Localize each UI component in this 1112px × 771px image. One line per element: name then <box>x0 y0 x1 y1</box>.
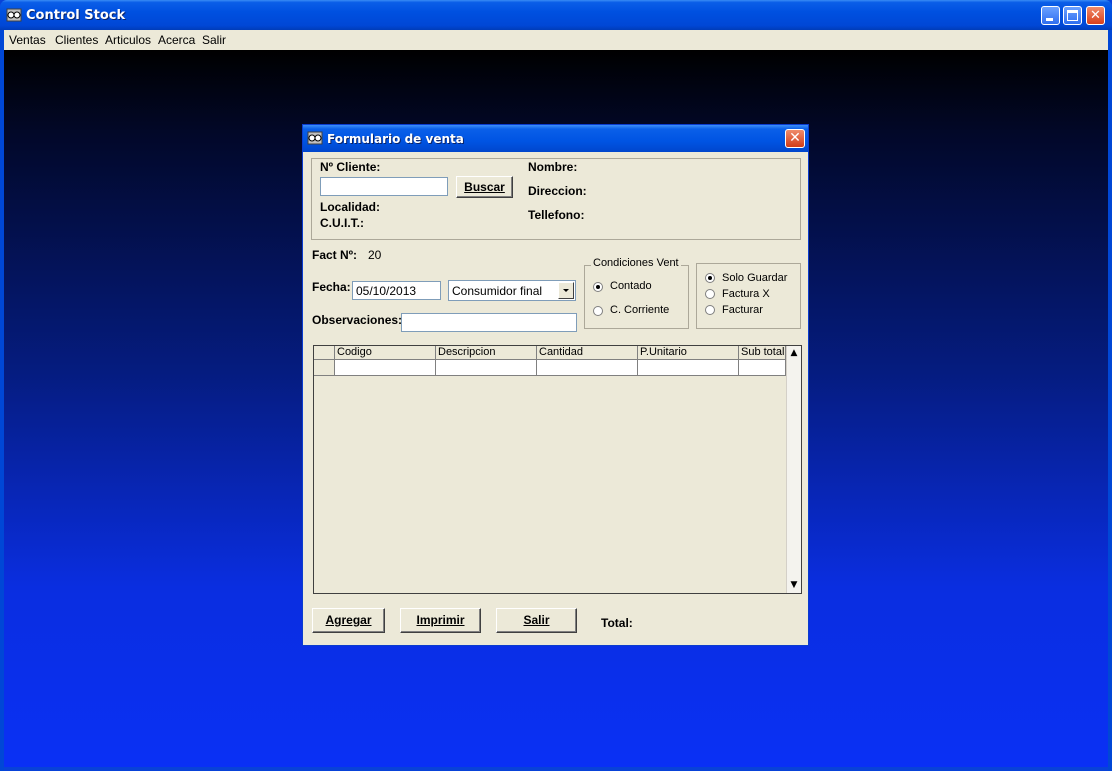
factura-x-label[interactable]: Factura X <box>722 288 770 300</box>
facturar-label[interactable]: Facturar <box>722 304 763 316</box>
direccion-label: Direccion: <box>528 184 587 198</box>
contado-radio[interactable] <box>593 282 603 292</box>
grid-scrollbar[interactable]: ▲ ▼ <box>786 346 801 593</box>
maximize-icon <box>1067 10 1078 21</box>
cell-codigo[interactable] <box>335 360 436 376</box>
imprimir-button[interactable]: Imprimir <box>400 608 481 633</box>
observaciones-label: Observaciones: <box>312 313 403 327</box>
main-titlebar[interactable]: Control Stock ✕ <box>0 0 1112 30</box>
agregar-button[interactable]: Agregar <box>312 608 385 633</box>
tipo-cliente-value: Consumidor final <box>452 284 543 298</box>
column-header-descripcion[interactable]: Descripcion <box>436 346 537 360</box>
c-corriente-label[interactable]: C. Corriente <box>610 304 669 316</box>
column-header-cantidad[interactable]: Cantidad <box>537 346 638 360</box>
scroll-down-icon[interactable]: ▼ <box>787 578 801 592</box>
c-corriente-radio[interactable] <box>593 306 603 316</box>
column-header-punitario[interactable]: P.Unitario <box>638 346 739 360</box>
items-grid[interactable]: Codigo Descripcion Cantidad P.Unitario S… <box>313 345 802 594</box>
minimize-icon <box>1046 18 1053 21</box>
localidad-label: Localidad: <box>320 200 381 214</box>
total-label: Total: <box>601 616 633 630</box>
client-number-input[interactable] <box>320 177 448 196</box>
fact-number-value: 20 <box>368 248 382 262</box>
sales-form-dialog: Formulario de venta ✕ Nº Cliente: Buscar… <box>302 124 809 646</box>
frame-right <box>1108 30 1112 771</box>
cuit-label: C.U.I.T.: <box>320 216 364 230</box>
factura-x-radio[interactable] <box>705 289 715 299</box>
solo-guardar-label[interactable]: Solo Guardar <box>722 272 787 284</box>
menu-salir[interactable]: Salir <box>202 33 226 47</box>
grid-corner <box>314 346 335 360</box>
close-button[interactable]: ✕ <box>1086 6 1105 25</box>
fecha-label: Fecha: <box>312 280 351 294</box>
condiciones-group <box>584 265 689 329</box>
client-number-label: Nº Cliente: <box>320 160 381 174</box>
cell-subtotal[interactable] <box>739 360 786 376</box>
tipo-cliente-select[interactable]: Consumidor final <box>448 280 576 301</box>
menu-clientes[interactable]: Clientes <box>55 33 98 47</box>
telefono-label: Tellefono: <box>528 208 585 222</box>
form-icon <box>307 131 323 145</box>
window-title: Control Stock <box>26 8 126 23</box>
nombre-label: Nombre: <box>528 160 578 174</box>
row-header[interactable] <box>314 360 335 376</box>
column-header-codigo[interactable]: Codigo <box>335 346 436 360</box>
maximize-button[interactable] <box>1063 6 1082 25</box>
app-icon <box>6 8 22 22</box>
salir-button[interactable]: Salir <box>496 608 577 633</box>
cell-descripcion[interactable] <box>436 360 537 376</box>
chevron-down-icon <box>563 289 569 292</box>
fact-number-label: Fact Nº: <box>312 248 358 262</box>
minimize-button[interactable] <box>1041 6 1060 25</box>
fecha-input[interactable] <box>352 281 441 300</box>
facturar-radio[interactable] <box>705 305 715 315</box>
dialog-close-button[interactable]: ✕ <box>785 129 805 148</box>
condiciones-legend: Condiciones Vent <box>591 257 681 269</box>
dialog-title: Formulario de venta <box>327 132 464 146</box>
menubar: Ventas Clientes Articulos Acerca Salir <box>4 30 1108 50</box>
cell-cantidad[interactable] <box>537 360 638 376</box>
menu-articulos[interactable]: Articulos <box>105 33 151 47</box>
observaciones-input[interactable] <box>401 313 577 332</box>
close-icon: ✕ <box>1090 8 1101 23</box>
dialog-titlebar[interactable]: Formulario de venta ✕ <box>303 125 808 152</box>
close-icon: ✕ <box>789 130 801 146</box>
menu-acerca[interactable]: Acerca <box>158 33 195 47</box>
dropdown-button[interactable] <box>558 282 574 299</box>
menu-ventas[interactable]: Ventas <box>9 33 46 47</box>
column-header-subtotal[interactable]: Sub total <box>739 346 786 360</box>
cell-punitario[interactable] <box>638 360 739 376</box>
contado-label[interactable]: Contado <box>610 280 652 292</box>
scroll-up-icon[interactable]: ▲ <box>787 346 801 360</box>
solo-guardar-radio[interactable] <box>705 273 715 283</box>
buscar-button[interactable]: Buscar <box>456 176 513 198</box>
